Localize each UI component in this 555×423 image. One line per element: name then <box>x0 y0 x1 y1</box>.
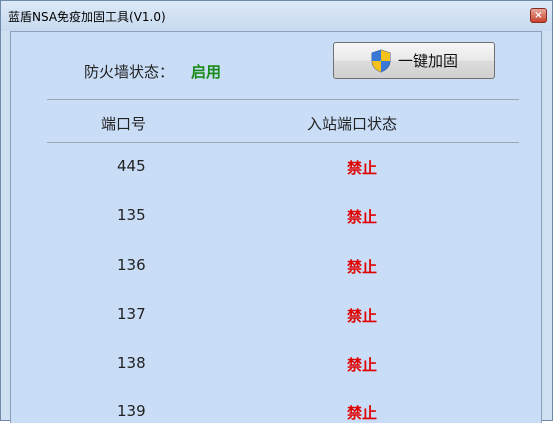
firewall-status-value: 启用 <box>191 63 222 81</box>
port-number: 135 <box>117 206 146 224</box>
table-row: 138 禁止 <box>11 354 541 374</box>
firewall-status-label: 防火墙状态： <box>84 63 175 81</box>
port-number: 138 <box>117 354 146 372</box>
port-status: 禁止 <box>347 307 378 325</box>
port-number: 137 <box>117 305 146 323</box>
table-row: 137 禁止 <box>11 305 541 325</box>
app-window: 蓝盾NSA免疫加固工具(V1.0) × 防火墙状态： 启用 一键加固 端口号 入… <box>0 0 553 423</box>
window-title: 蓝盾NSA免疫加固工具(V1.0) <box>8 10 166 24</box>
table-row: 445 禁止 <box>11 157 541 177</box>
one-click-harden-button[interactable]: 一键加固 <box>333 42 495 79</box>
harden-button-label: 一键加固 <box>397 52 458 70</box>
port-status: 禁止 <box>347 258 378 276</box>
port-status: 禁止 <box>347 356 378 374</box>
main-panel: 防火墙状态： 启用 一键加固 端口号 入站端口状态 445 禁止 135 禁止 … <box>10 31 542 423</box>
column-header-port: 端口号 <box>101 115 147 133</box>
port-status: 禁止 <box>347 208 378 226</box>
table-row: 135 禁止 <box>11 206 541 226</box>
port-number: 136 <box>117 256 146 274</box>
port-status: 禁止 <box>347 404 378 422</box>
title-bar: 蓝盾NSA免疫加固工具(V1.0) × <box>1 1 552 31</box>
table-row: 139 禁止 <box>11 402 541 422</box>
column-header-inbound-status: 入站端口状态 <box>307 115 398 133</box>
port-number: 139 <box>117 402 146 420</box>
divider-top <box>47 99 519 100</box>
port-number: 445 <box>117 157 146 175</box>
port-status: 禁止 <box>347 159 378 177</box>
close-button[interactable]: × <box>530 8 547 23</box>
table-row: 136 禁止 <box>11 256 541 276</box>
divider-header <box>47 142 519 143</box>
uac-shield-icon <box>371 49 391 72</box>
